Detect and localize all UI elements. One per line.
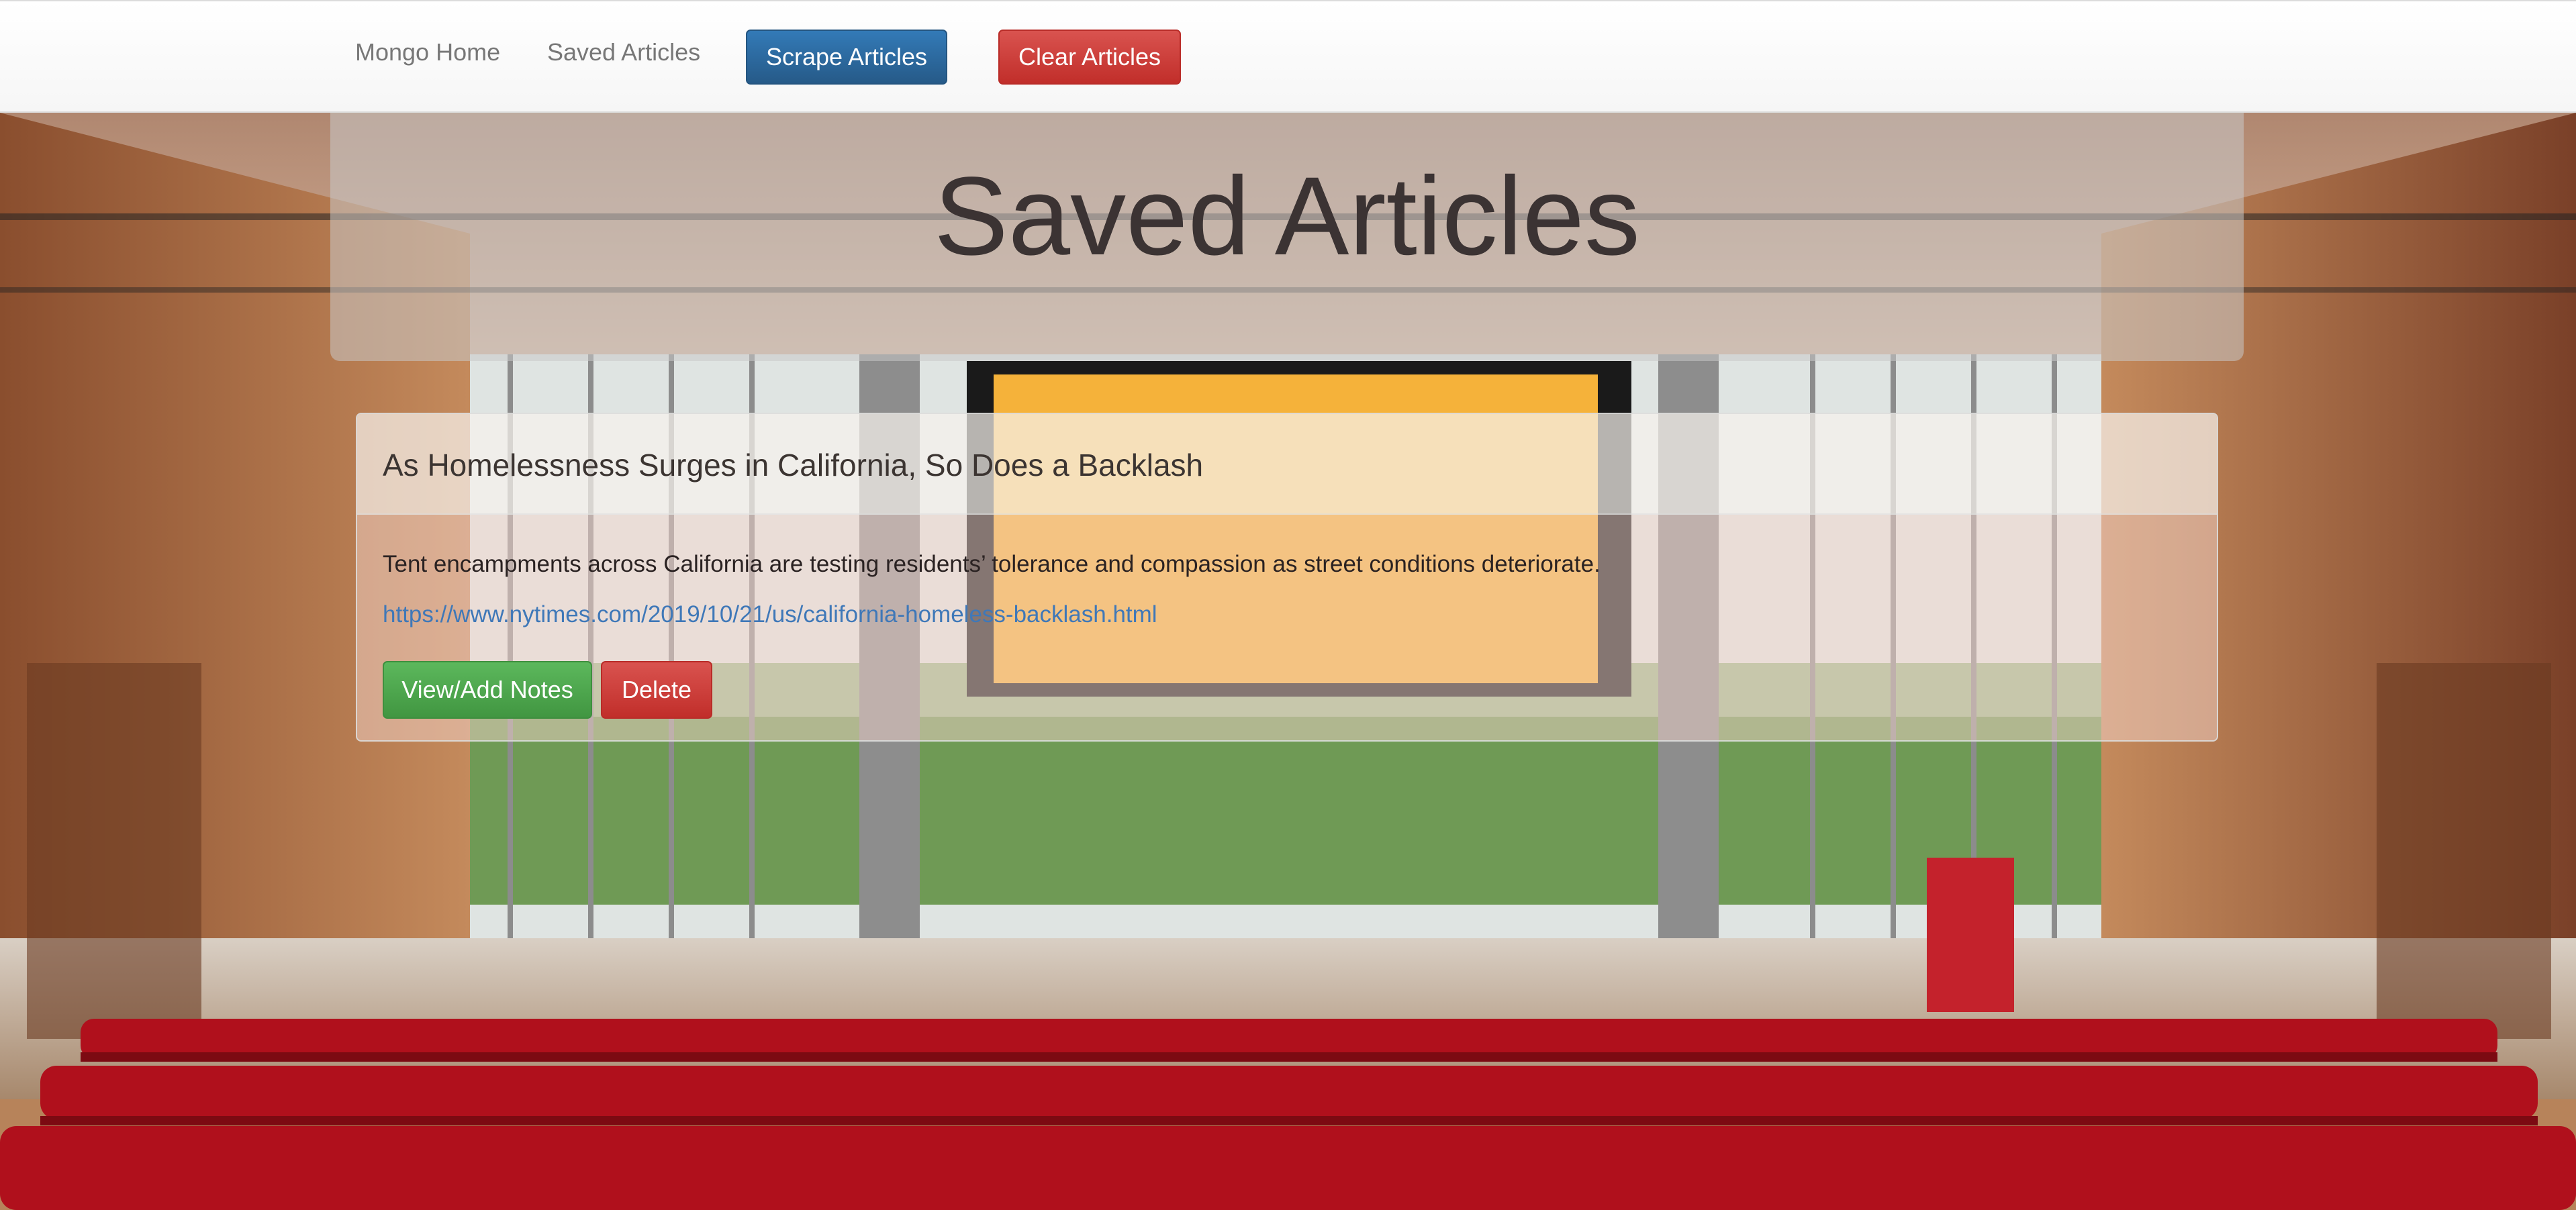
delete-article-button[interactable]: Delete xyxy=(601,661,712,719)
view-add-notes-button[interactable]: View/Add Notes xyxy=(383,661,592,719)
jumbotron: Saved Articles xyxy=(330,113,2244,361)
article-summary: Tent encampments across California are t… xyxy=(383,551,1601,577)
article-card-heading: As Homelessness Surges in California, So… xyxy=(357,414,2217,515)
page-title: Saved Articles xyxy=(934,154,1640,279)
nav-link-saved-articles[interactable]: Saved Articles xyxy=(547,38,700,66)
clear-articles-button[interactable]: Clear Articles xyxy=(998,30,1181,85)
scrape-articles-button[interactable]: Scrape Articles xyxy=(746,30,947,85)
article-card-body: Tent encampments across California are t… xyxy=(357,515,2217,740)
nav-link-mongo-home[interactable]: Mongo Home xyxy=(355,38,500,66)
article-card: As Homelessness Surges in California, So… xyxy=(356,413,2218,742)
article-link[interactable]: https://www.nytimes.com/2019/10/21/us/ca… xyxy=(383,601,1157,628)
article-title: As Homelessness Surges in California, So… xyxy=(383,448,1204,483)
navbar: Mongo Home Saved Articles Scrape Article… xyxy=(0,0,2576,113)
